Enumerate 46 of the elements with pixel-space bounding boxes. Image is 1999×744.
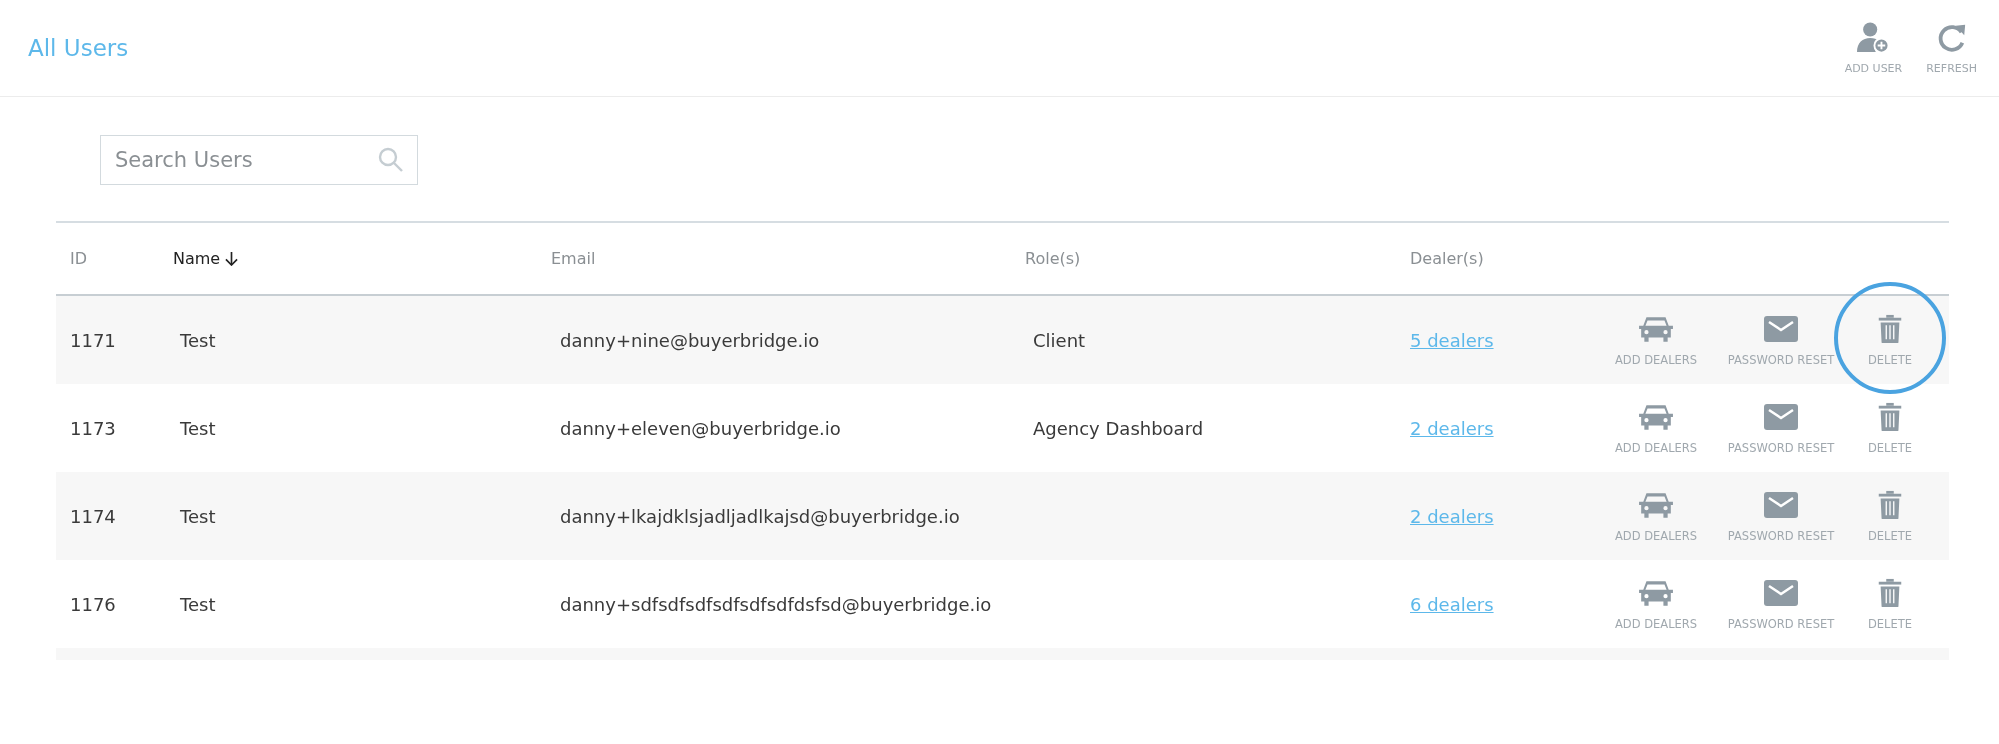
column-header[interactable]: Role(s) <box>1025 249 1081 268</box>
action-button[interactable]: ADD DEALERS <box>1614 313 1698 367</box>
action-button[interactable]: PASSWORD RESET <box>1727 401 1835 455</box>
name-cell: Test <box>180 329 216 351</box>
action-button[interactable]: PASSWORD RESET <box>1727 313 1835 367</box>
name-cell: Test <box>180 505 216 527</box>
action-button[interactable]: DELETE <box>1867 401 1913 455</box>
column-header[interactable]: ID <box>70 249 88 268</box>
add-user-icon <box>1856 21 1891 54</box>
email-cell: danny+eleven@buyerbridge.io <box>560 417 841 439</box>
role-cell: Client <box>1033 329 1086 351</box>
dealers-link[interactable]: 2 dealers <box>1410 505 1494 527</box>
action-button[interactable]: ADD DEALERS <box>1614 401 1698 455</box>
action-button[interactable]: DELETE <box>1867 489 1913 543</box>
toolbar-button[interactable]: ADD USER <box>1844 21 1903 75</box>
email-cell: danny+sdfsdfsdfsdfsdfsdfdsfsd@buyerbridge.io <box>560 593 992 615</box>
envelope-icon <box>1763 401 1799 432</box>
column-header[interactable]: Email <box>551 249 596 268</box>
email-cell: danny+lkajdklsjadljadlkajsd@buyerbridge.io <box>560 505 960 527</box>
action-button[interactable]: PASSWORD RESET <box>1727 489 1835 543</box>
action-button[interactable]: PASSWORD RESET <box>1727 577 1835 631</box>
action-button[interactable]: DELETE <box>1867 313 1913 367</box>
column-header[interactable]: Dealer(s) <box>1410 249 1484 268</box>
dealers-link[interactable]: 5 dealers <box>1410 329 1494 351</box>
toolbar-button[interactable]: REFRESH <box>1926 21 1977 75</box>
name-cell: Test <box>180 593 216 615</box>
envelope-icon <box>1763 577 1799 608</box>
search-icon <box>378 147 404 173</box>
email-cell: danny+nine@buyerbridge.io <box>560 329 820 351</box>
dealers-link[interactable]: 2 dealers <box>1410 417 1494 439</box>
page-title: All Users <box>28 35 129 61</box>
search-field[interactable]: Search Users <box>100 135 418 185</box>
action-button[interactable]: ADD DEALERS <box>1614 577 1698 631</box>
envelope-icon <box>1763 313 1799 344</box>
id-cell: 1176 <box>70 593 116 615</box>
role-cell: Agency Dashboard <box>1033 417 1204 439</box>
id-cell: 1171 <box>70 329 116 351</box>
dealers-link[interactable]: 6 dealers <box>1410 593 1494 615</box>
column-header[interactable]: Name <box>173 249 239 268</box>
name-cell: Test <box>180 417 216 439</box>
action-button[interactable]: DELETE <box>1867 577 1913 631</box>
id-cell: 1173 <box>70 417 116 439</box>
sort-arrow-icon <box>225 251 239 266</box>
action-button[interactable]: ADD DEALERS <box>1614 489 1698 543</box>
envelope-icon <box>1763 489 1799 520</box>
id-cell: 1174 <box>70 505 116 527</box>
